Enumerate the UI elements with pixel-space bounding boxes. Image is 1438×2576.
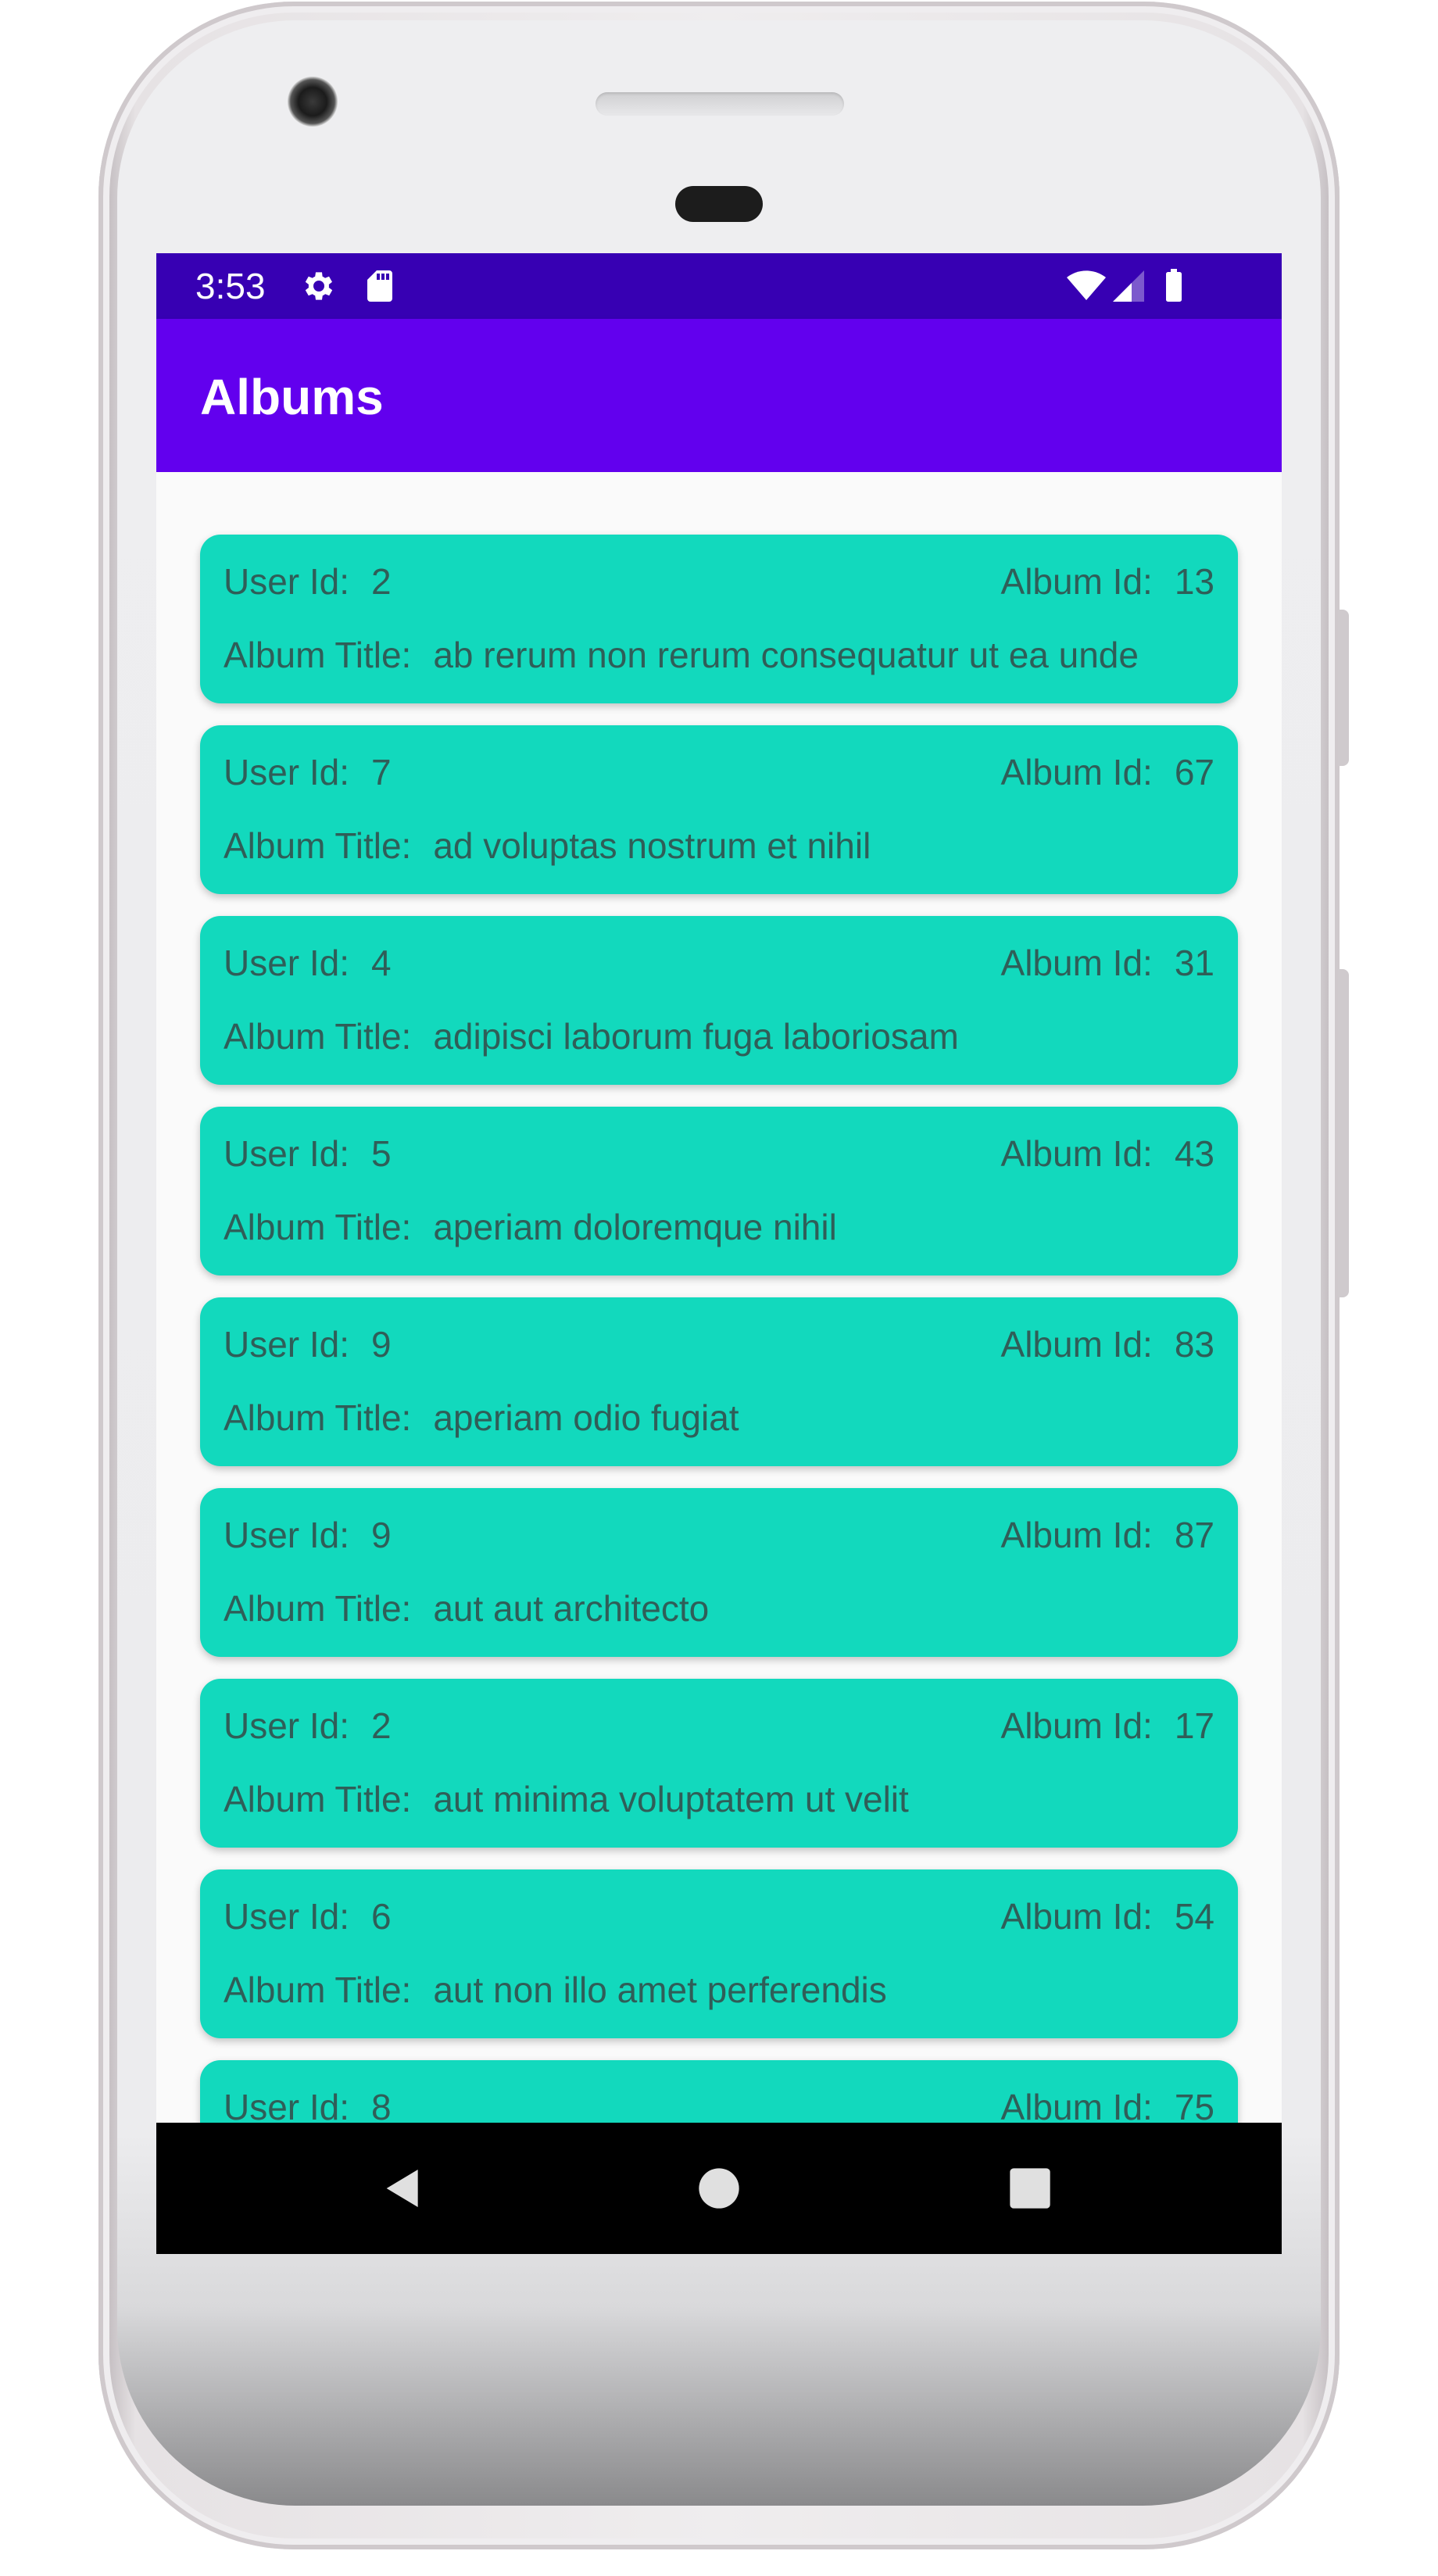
user-id-value: 4 — [371, 943, 392, 983]
recents-icon[interactable] — [996, 2154, 1064, 2223]
album-card[interactable]: User Id: 9 Album Id: 87 Album Title: aut au… — [200, 1488, 1238, 1657]
album-id-label: Album Id: — [1000, 1515, 1153, 1555]
album-title-label: Album Title: — [224, 635, 412, 675]
album-id-label: Album Id: — [1000, 752, 1153, 792]
album-id-value: 67 — [1174, 752, 1214, 792]
album-id-value: 31 — [1174, 943, 1214, 983]
status-time: 3:53 — [195, 266, 266, 306]
user-id-label: User Id: — [224, 1896, 350, 1937]
user-id-value: 9 — [371, 1324, 392, 1365]
user-id-label: User Id: — [224, 1133, 350, 1174]
album-title-label: Album Title: — [224, 1779, 412, 1819]
wifi-icon — [1066, 267, 1106, 305]
album-title-label: Album Title: — [224, 1588, 412, 1629]
cell-signal-icon — [1110, 267, 1147, 305]
user-id-value: 7 — [371, 752, 392, 792]
album-card[interactable]: User Id: 2 Album Id: 13 Album Title: ab rer… — [200, 535, 1238, 703]
volume-button — [1338, 610, 1349, 766]
album-id-label: Album Id: — [1000, 2087, 1153, 2123]
album-id-value: 75 — [1174, 2087, 1214, 2123]
earpiece-speaker — [596, 92, 844, 116]
album-id-value: 83 — [1174, 1324, 1214, 1365]
album-id-value: 17 — [1174, 1705, 1214, 1746]
album-title-value: aut non illo amet perferendis — [433, 1970, 887, 2010]
user-id-label: User Id: — [224, 943, 350, 983]
user-id-label: User Id: — [224, 561, 350, 602]
album-title-label: Album Title: — [224, 1397, 412, 1438]
album-title-value: aut aut architecto — [433, 1588, 710, 1629]
front-camera — [288, 77, 338, 127]
album-id-label: Album Id: — [1000, 561, 1153, 602]
battery-icon — [1155, 267, 1193, 305]
app-bar: Albums — [156, 319, 1282, 472]
user-id-value: 9 — [371, 1515, 392, 1555]
album-title-value: adipisci laborum fuga laboriosam — [433, 1016, 959, 1057]
album-card[interactable]: User Id: 6 Album Id: 54 Album Title: aut no… — [200, 1869, 1238, 2038]
user-id-label: User Id: — [224, 1324, 350, 1365]
sd-card-icon — [361, 267, 399, 305]
status-bar: 3:53 — [156, 253, 1282, 319]
album-id-label: Album Id: — [1000, 1133, 1153, 1174]
user-id-value: 6 — [371, 1896, 392, 1937]
album-list[interactable]: User Id: 2 Album Id: 13 Album Title: ab rer… — [156, 472, 1282, 2123]
album-id-label: Album Id: — [1000, 1896, 1153, 1937]
album-card[interactable]: User Id: 7 Album Id: 67 Album Title: ad vol… — [200, 725, 1238, 894]
user-id-value: 2 — [371, 1705, 392, 1746]
album-id-label: Album Id: — [1000, 1324, 1153, 1365]
album-card[interactable]: User Id: 5 Album Id: 43 Album Title: aperia… — [200, 1107, 1238, 1275]
album-title-label: Album Title: — [224, 1207, 412, 1247]
user-id-label: User Id: — [224, 1515, 350, 1555]
user-id-label: User Id: — [224, 1705, 350, 1746]
gear-icon — [300, 267, 338, 305]
album-title-label: Album Title: — [224, 825, 412, 866]
screen: 3:53 Albums User Id: 2 Album Id: 13 Albu… — [156, 253, 1282, 2254]
album-id-value: 54 — [1174, 1896, 1214, 1937]
page-title: Albums — [200, 369, 384, 425]
album-card[interactable]: User Id: 4 Album Id: 31 Album Title: adipis… — [200, 916, 1238, 1085]
album-title-value: aperiam doloremque nihil — [433, 1207, 837, 1247]
user-id-value: 8 — [371, 2087, 392, 2123]
back-icon[interactable] — [369, 2154, 438, 2223]
user-id-value: 2 — [371, 561, 392, 602]
album-title-value: aut minima voluptatem ut velit — [433, 1779, 909, 1819]
album-title-value: ab rerum non rerum consequatur ut ea und… — [433, 635, 1139, 675]
album-card[interactable]: User Id: 9 Album Id: 83 Album Title: aperia… — [200, 1297, 1238, 1466]
album-id-label: Album Id: — [1000, 943, 1153, 983]
power-button — [1338, 969, 1349, 1297]
album-title-value: aperiam odio fugiat — [433, 1397, 739, 1438]
album-id-value: 87 — [1174, 1515, 1214, 1555]
page: 3:53 Albums User Id: 2 Album Id: 13 Albu… — [0, 0, 1438, 2576]
album-title-label: Album Title: — [224, 1016, 412, 1057]
album-card[interactable]: User Id:8 Album Id:75 Album Title: — [200, 2060, 1238, 2123]
album-title-value: ad voluptas nostrum et nihil — [433, 825, 871, 866]
navigation-bar — [156, 2123, 1282, 2254]
album-id-value: 13 — [1174, 561, 1214, 602]
album-title-label: Album Title: — [224, 1970, 412, 2010]
album-card[interactable]: User Id: 2 Album Id: 17 Album Title: aut mi… — [200, 1679, 1238, 1848]
user-id-value: 5 — [371, 1133, 392, 1174]
user-id-label: User Id: — [224, 752, 350, 792]
home-icon[interactable] — [685, 2154, 753, 2223]
proximity-sensor — [675, 186, 763, 222]
user-id-label: User Id: — [224, 2087, 350, 2123]
album-id-label: Album Id: — [1000, 1705, 1153, 1746]
album-id-value: 43 — [1174, 1133, 1214, 1174]
